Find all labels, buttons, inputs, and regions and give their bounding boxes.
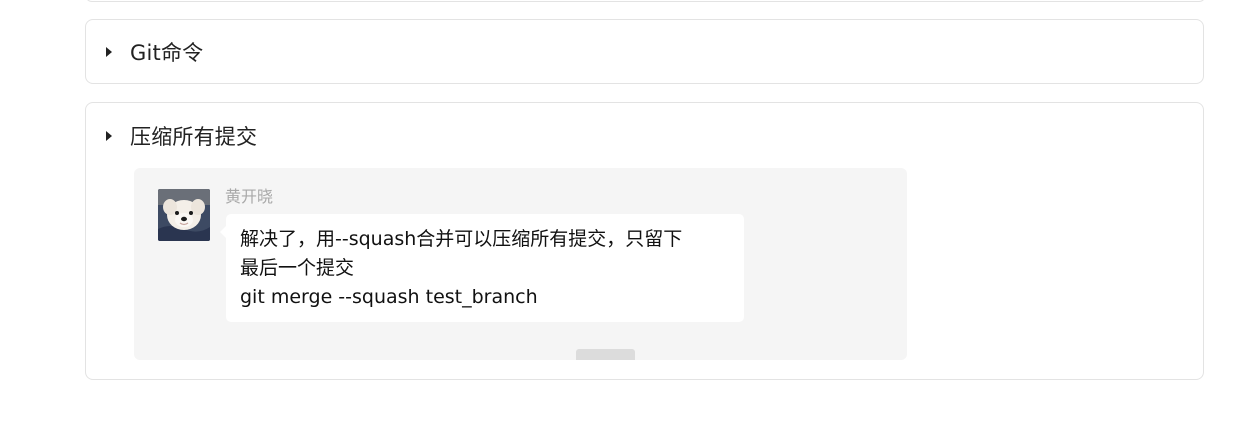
section-title: 压缩所有提交 (130, 125, 258, 149)
caret-right-icon (106, 131, 112, 141)
section-squash-commits: 压缩所有提交 黄开晓 解决了，用--squash合并可以压缩所有提交，只留下 最… (85, 102, 1204, 380)
page: Git命令 压缩所有提交 黄开晓 解决了，用--squash合并可以压缩所有提交… (0, 0, 1249, 438)
previous-section-edge (85, 0, 1206, 2)
avatar[interactable] (158, 189, 210, 241)
message-line: 最后一个提交 (240, 257, 355, 279)
sender-name: 黄开晓 (225, 187, 274, 206)
message-line: git merge --squash test_branch (240, 286, 538, 308)
chat-record-card: 黄开晓 解决了，用--squash合并可以压缩所有提交，只留下 最后一个提交 g… (134, 168, 907, 360)
timestamp-badge (576, 349, 635, 360)
caret-right-icon (106, 47, 112, 57)
message-bubble[interactable]: 解决了，用--squash合并可以压缩所有提交，只留下 最后一个提交 git m… (226, 214, 744, 322)
message-line: 解决了，用--squash合并可以压缩所有提交，只留下 (240, 228, 683, 250)
dog-avatar-icon (158, 189, 210, 241)
section-title: Git命令 (130, 41, 204, 65)
section-toggle-squash-commits[interactable]: 压缩所有提交 (106, 122, 257, 150)
section-git-commands: Git命令 (85, 19, 1204, 84)
section-toggle-git-commands[interactable]: Git命令 (106, 38, 203, 66)
